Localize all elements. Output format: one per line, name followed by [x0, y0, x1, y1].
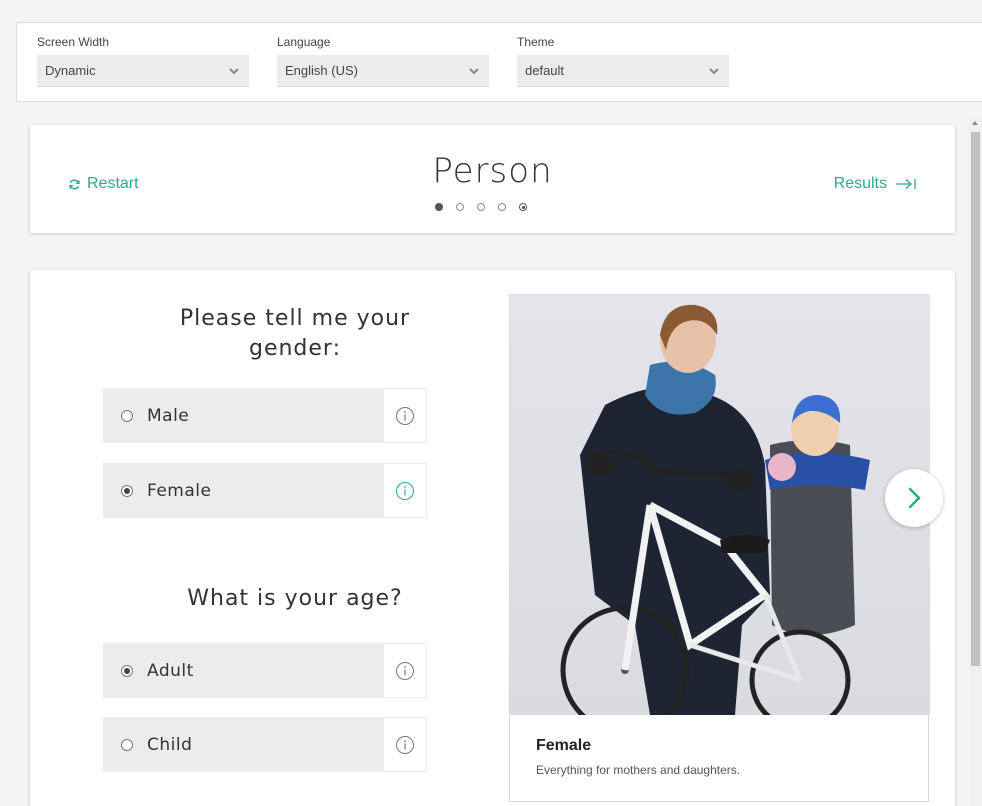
product-photo [510, 295, 930, 715]
option-child-select[interactable]: Child [103, 717, 383, 772]
chevron-down-icon [229, 67, 239, 74]
chevron-down-icon [709, 67, 719, 74]
age-question: What is your age? [187, 586, 403, 611]
preview-title: Female [536, 737, 592, 754]
option-label: Adult [147, 660, 194, 681]
screen-width-select[interactable]: Dynamic [37, 55, 249, 87]
theme-select[interactable]: default [517, 55, 729, 87]
option-male-select[interactable]: Male [103, 388, 383, 443]
progress-dot-4[interactable] [498, 203, 506, 211]
info-button-child[interactable] [383, 717, 427, 772]
next-button[interactable] [885, 469, 943, 527]
radio-female[interactable] [121, 484, 133, 497]
screen-width-setting: Screen Width Dynamic [37, 35, 249, 87]
scroll-thumb[interactable] [971, 132, 980, 666]
question-card: Please tell me your gender: Male Female [30, 270, 955, 806]
woman-with-bicycle-image [560, 304, 870, 715]
option-male[interactable]: Male [103, 388, 427, 443]
theme-setting: Theme default [517, 35, 729, 87]
info-icon [396, 406, 414, 425]
theme-value: default [525, 63, 565, 78]
option-female[interactable]: Female [103, 463, 427, 518]
radio-adult[interactable] [121, 664, 133, 677]
radio-male[interactable] [121, 409, 133, 422]
vertical-scrollbar[interactable] [969, 118, 982, 806]
wizard-header: Restart Person Results [30, 125, 955, 233]
results-button[interactable]: Results [834, 175, 917, 193]
option-label: Child [147, 734, 193, 755]
radio-child[interactable] [121, 738, 133, 751]
page-title: Person [432, 151, 553, 191]
info-button-male[interactable] [383, 388, 427, 443]
language-value: English (US) [285, 63, 358, 78]
info-icon [396, 661, 414, 680]
info-button-adult[interactable] [383, 643, 427, 698]
option-child[interactable]: Child [103, 717, 427, 772]
preview-subtitle: Everything for mothers and daughters. [536, 763, 741, 777]
info-icon [396, 481, 414, 500]
progress-dots [435, 203, 527, 211]
option-female-select[interactable]: Female [103, 463, 383, 518]
settings-bar: Screen Width Dynamic Language English (U… [16, 22, 982, 102]
progress-dot-2[interactable] [456, 203, 464, 211]
chevron-down-icon [469, 67, 479, 74]
option-label: Female [147, 480, 212, 501]
language-label: Language [277, 35, 331, 49]
arrow-to-end-icon [896, 179, 916, 189]
scroll-up-arrow-icon[interactable] [972, 121, 978, 125]
screen-width-label: Screen Width [37, 35, 110, 49]
option-adult[interactable]: Adult [103, 643, 427, 698]
language-select[interactable]: English (US) [277, 55, 489, 87]
chevron-right-icon [908, 487, 921, 509]
results-label: Results [833, 175, 887, 192]
info-button-female[interactable] [383, 463, 427, 518]
gender-question: Please tell me your gender: [179, 306, 411, 361]
option-label: Male [147, 405, 190, 426]
theme-label: Theme [517, 35, 555, 49]
preview-card: Female Everything for mothers and daught… [509, 294, 930, 802]
language-setting: Language English (US) [277, 35, 489, 87]
progress-dot-results[interactable] [519, 203, 527, 211]
screen-width-value: Dynamic [45, 63, 96, 78]
option-adult-select[interactable]: Adult [103, 643, 383, 698]
progress-dot-3[interactable] [477, 203, 485, 211]
progress-dot-1[interactable] [435, 203, 443, 211]
info-icon [396, 735, 414, 754]
